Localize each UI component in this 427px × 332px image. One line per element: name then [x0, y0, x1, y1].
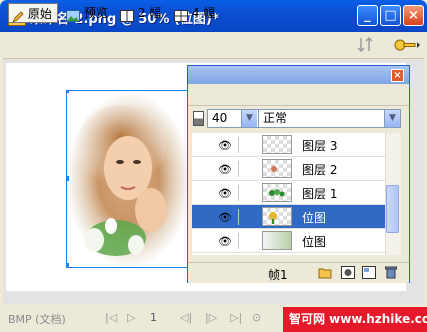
- layer-options-bar: [188, 84, 409, 106]
- minimize-button[interactable]: _: [357, 5, 378, 26]
- last-frame-button[interactable]: ▷|: [230, 311, 242, 324]
- layer-row-selected[interactable]: 👁 位图: [192, 205, 385, 229]
- preview-label: 预览: [83, 6, 108, 20]
- close-button[interactable]: ×: [403, 5, 424, 26]
- lock-column[interactable]: [238, 233, 239, 249]
- layer-thumbnail: [262, 135, 292, 154]
- image-icon: [66, 8, 80, 22]
- stop-icon[interactable]: ⊙: [252, 311, 261, 324]
- maximize-button[interactable]: □: [380, 5, 401, 26]
- lock-column[interactable]: [238, 185, 239, 201]
- layer-thumbnail: [262, 183, 292, 202]
- two-up-label: 2 幅: [137, 6, 162, 20]
- bitmap-photo[interactable]: [64, 88, 192, 268]
- preview-button[interactable]: 预览: [66, 3, 114, 23]
- panel-close-button[interactable]: ×: [391, 69, 404, 82]
- eye-icon[interactable]: 👁: [218, 211, 232, 224]
- layer-thumbnail: [262, 231, 292, 250]
- lock-column[interactable]: [238, 137, 239, 153]
- previous-frame-button[interactable]: ◁|: [180, 311, 192, 324]
- opacity-value: 40: [212, 111, 228, 125]
- layer-name[interactable]: 图层 1: [302, 185, 337, 202]
- frame-number: 1: [150, 311, 157, 324]
- export-arrows-icon[interactable]: [355, 36, 377, 54]
- blend-mode-dropdown-arrow-icon[interactable]: ▼: [384, 110, 400, 127]
- new-layer-icon[interactable]: [362, 266, 376, 279]
- play-button[interactable]: ▷: [127, 311, 135, 324]
- two-panes-icon: [120, 8, 134, 22]
- frame-label: 帧1: [268, 268, 288, 282]
- next-frame-button[interactable]: |▷: [205, 311, 217, 324]
- opacity-icon: [193, 111, 204, 126]
- four-up-button[interactable]: 4 幅: [174, 3, 224, 23]
- eye-icon[interactable]: 👁: [218, 235, 232, 248]
- eye-icon[interactable]: 👁: [218, 139, 232, 152]
- layer-row[interactable]: 👁 图层 2: [192, 157, 385, 181]
- key-options-icon[interactable]: [393, 36, 421, 54]
- layer-name[interactable]: 位图: [302, 233, 326, 250]
- trash-icon[interactable]: [384, 266, 398, 279]
- four-panes-icon: [174, 8, 188, 22]
- first-frame-button[interactable]: |◁: [105, 311, 117, 324]
- pencil-icon: [12, 9, 24, 23]
- scrollbar-thumb[interactable]: [386, 185, 399, 233]
- blend-mode-value: 正常: [263, 111, 288, 125]
- eye-icon[interactable]: 👁: [218, 187, 232, 200]
- new-folder-icon[interactable]: [318, 266, 332, 279]
- layer-name[interactable]: 图层 2: [302, 161, 337, 178]
- layer-row[interactable]: 👁 图层 1: [192, 181, 385, 205]
- layer-thumbnail: [262, 207, 292, 226]
- original-view-label: 原始: [27, 7, 52, 21]
- original-view-button[interactable]: 原始: [8, 3, 58, 23]
- layer-thumbnail: [262, 159, 292, 178]
- blend-mode-select[interactable]: 正常: [258, 109, 401, 128]
- four-up-label: 4 幅: [191, 6, 216, 20]
- watermark: 智可网 www.hzhike.com: [283, 307, 427, 332]
- eye-icon[interactable]: 👁: [218, 163, 232, 176]
- layer-row[interactable]: 👁 图层 3: [192, 133, 385, 157]
- layers-panel-header[interactable]: [188, 66, 409, 84]
- lock-column[interactable]: [238, 209, 239, 225]
- opacity-dropdown-arrow-icon[interactable]: ▼: [241, 110, 257, 127]
- two-up-button[interactable]: 2 幅: [120, 3, 170, 23]
- layer-row[interactable]: 👁 位图: [192, 229, 385, 253]
- lock-column[interactable]: [238, 161, 239, 177]
- app-window: 未命名-2.png @ 50% (位图)* _ □ × 原始 预览 2 幅 4 …: [0, 0, 427, 332]
- layer-name[interactable]: 位图: [302, 209, 326, 226]
- document-type: BMP (文档): [8, 313, 66, 326]
- add-mask-icon[interactable]: [341, 266, 355, 279]
- layer-name[interactable]: 图层 3: [302, 137, 337, 154]
